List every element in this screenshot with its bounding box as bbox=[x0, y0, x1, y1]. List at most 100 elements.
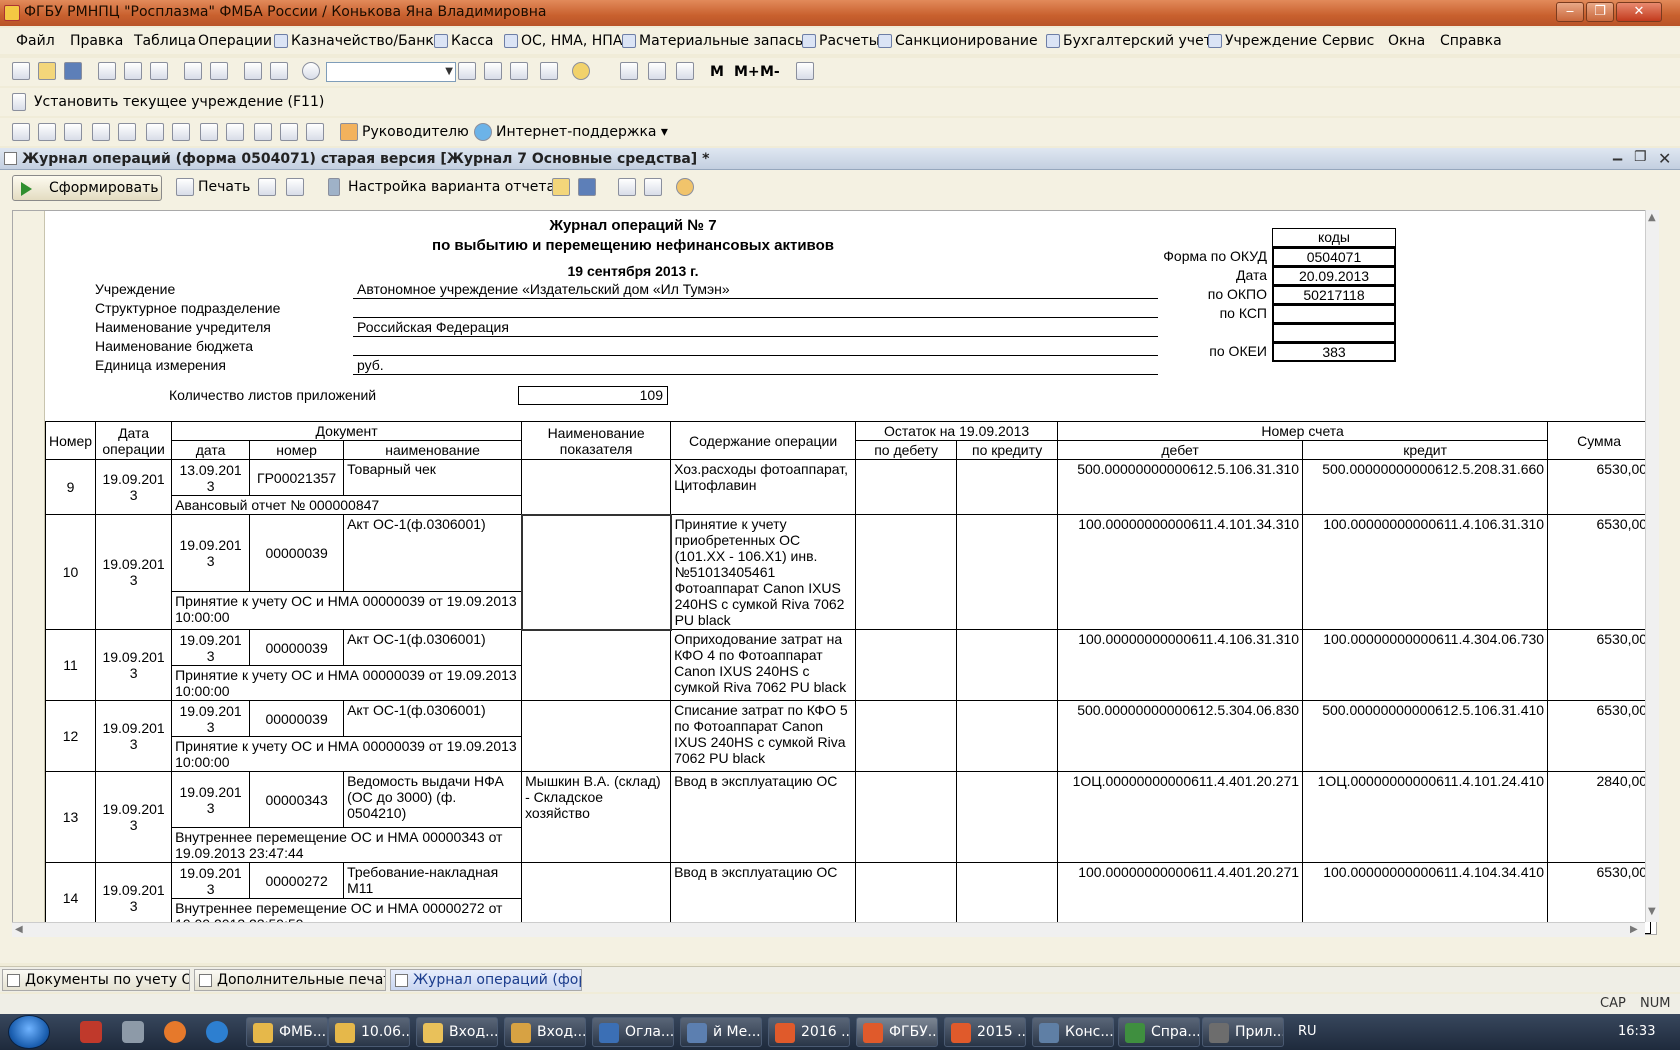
search-input[interactable]: ▼ bbox=[326, 62, 456, 82]
save-icon[interactable] bbox=[64, 62, 82, 80]
table-view-icon[interactable] bbox=[258, 178, 276, 196]
table-row[interactable]: 11 19.09.201 3 19.09.201 3 00000039 Акт ОС-1… bbox=[44, 629, 1652, 701]
clear-search-icon[interactable] bbox=[458, 62, 476, 80]
report-shortcut-11-icon[interactable] bbox=[280, 123, 298, 141]
window-tab-journal[interactable]: Журнал операций (фор... bbox=[390, 969, 582, 991]
menu-9[interactable]: Расчеты bbox=[802, 33, 880, 49]
close-button[interactable]: ✕ bbox=[1616, 2, 1662, 22]
open-folder-icon[interactable] bbox=[38, 62, 56, 80]
memory-add-button[interactable]: M+ bbox=[734, 64, 760, 80]
firefox-icon[interactable] bbox=[164, 1021, 186, 1043]
language-indicator[interactable]: RU bbox=[1298, 1024, 1317, 1039]
print-preview-icon[interactable] bbox=[210, 62, 228, 80]
copy-icon[interactable] bbox=[124, 62, 142, 80]
taskbar-item-5[interactable]: Огла... bbox=[592, 1017, 674, 1047]
taskbar-item-8[interactable]: ФГБУ... bbox=[856, 1017, 938, 1047]
window-tab-os-docs[interactable]: Документы по учету ОС... bbox=[2, 969, 190, 991]
clock[interactable]: 16:33 bbox=[1618, 1024, 1655, 1039]
new-document-icon[interactable] bbox=[12, 62, 30, 80]
report-shortcut-6-icon[interactable] bbox=[146, 123, 164, 141]
table-row[interactable]: 9 19.09.201 3 13.09.201 3 ГР00021357 Товарны… bbox=[44, 459, 1652, 515]
paste-icon[interactable] bbox=[150, 62, 168, 80]
report-shortcut-8-icon[interactable] bbox=[200, 123, 218, 141]
calculator-icon[interactable] bbox=[620, 62, 638, 80]
users-icon[interactable] bbox=[676, 62, 694, 80]
menu-1[interactable]: Файл bbox=[16, 33, 55, 49]
menu-14[interactable]: Окна bbox=[1388, 33, 1425, 49]
generate-button[interactable]: Сформировать bbox=[12, 175, 162, 201]
report-shortcut-5-icon[interactable] bbox=[118, 123, 136, 141]
report-shortcut-10-icon[interactable] bbox=[254, 123, 272, 141]
open-folder-icon[interactable] bbox=[552, 178, 570, 196]
menu-2[interactable]: Правка bbox=[70, 33, 123, 49]
memory-subtract-button[interactable]: M- bbox=[760, 64, 780, 80]
redo-icon[interactable] bbox=[270, 62, 288, 80]
menu-6[interactable]: Касса bbox=[434, 33, 494, 49]
menu-10[interactable]: Санкционирование bbox=[878, 33, 1038, 49]
print-icon[interactable] bbox=[184, 62, 202, 80]
cut-icon[interactable] bbox=[98, 62, 116, 80]
window-title-bar[interactable]: ФГБУ РМНПЦ "Росплазма" ФМБА России / Кон… bbox=[0, 0, 1680, 26]
search-icon[interactable] bbox=[302, 62, 320, 80]
internet-support-button[interactable]: Интернет-поддержка ▾ bbox=[496, 124, 668, 140]
maximize-button[interactable]: ❐ bbox=[1586, 2, 1614, 22]
app-quicklaunch-icon[interactable] bbox=[80, 1021, 102, 1043]
menu-3[interactable]: Таблица bbox=[134, 33, 196, 49]
help-icon[interactable] bbox=[676, 178, 694, 196]
calendar-icon[interactable] bbox=[648, 62, 666, 80]
taskbar-item-6[interactable]: й Ме... bbox=[680, 1017, 762, 1047]
table-row[interactable]: 10 19.09.201 3 19.09.201 3 00000039 Акт ОС-1… bbox=[44, 513, 1652, 631]
menu-15[interactable]: Справка bbox=[1440, 33, 1502, 49]
report-shortcut-1-icon[interactable] bbox=[12, 123, 30, 141]
window-tab-extra-print[interactable]: Дополнительные печат... bbox=[194, 969, 386, 991]
report-shortcut-7-icon[interactable] bbox=[172, 123, 190, 141]
taskbar-item-10[interactable]: Конс... bbox=[1032, 1017, 1114, 1047]
taskbar-item-12[interactable]: Прил... bbox=[1202, 1017, 1284, 1047]
horizontal-scrollbar[interactable]: ◀ ▶ bbox=[12, 922, 1645, 937]
set-institution-button[interactable]: Установить текущее учреждение (F11) bbox=[34, 94, 324, 110]
menu-12[interactable]: Учреждение bbox=[1208, 33, 1317, 49]
taskbar-item-2[interactable]: 10.06.... bbox=[328, 1017, 410, 1047]
scroll-up-arrow-icon[interactable]: ▲ bbox=[1648, 212, 1656, 223]
menu-4[interactable]: Операции bbox=[198, 33, 272, 49]
report-shortcut-9-icon[interactable] bbox=[226, 123, 244, 141]
taskbar-item-7[interactable]: 2016 ... bbox=[768, 1017, 850, 1047]
scroll-down-arrow-icon[interactable]: ▼ bbox=[1648, 906, 1656, 917]
table-row[interactable]: 12 19.09.201 3 19.09.201 3 00000039 Акт ОС-1… bbox=[44, 700, 1652, 772]
report-shortcut-3-icon[interactable] bbox=[64, 123, 82, 141]
taskbar-item-1[interactable]: ФМБ... bbox=[246, 1017, 328, 1047]
vertical-scrollbar[interactable]: ▲ ▼ bbox=[1645, 210, 1659, 922]
doc-restore-button[interactable]: ❐ bbox=[1634, 149, 1647, 165]
doc-minimize-button[interactable]: ‒ bbox=[1612, 149, 1623, 168]
layout-icon[interactable] bbox=[618, 178, 636, 196]
print-button[interactable]: Печать bbox=[198, 179, 250, 195]
scroll-right-arrow-icon[interactable]: ▶ bbox=[1630, 924, 1638, 935]
windows-icon[interactable] bbox=[540, 62, 558, 80]
taskbar-item-4[interactable]: Вход... bbox=[504, 1017, 586, 1047]
memory-button[interactable]: M bbox=[710, 64, 724, 80]
menu-13[interactable]: Сервис bbox=[1322, 33, 1374, 49]
table-row[interactable]: 13 19.09.201 3 19.09.201 3 00000343 Ведомост… bbox=[44, 771, 1652, 863]
start-button[interactable] bbox=[8, 1015, 50, 1049]
taskbar-item-3[interactable]: Вход... bbox=[416, 1017, 498, 1047]
report-shortcut-12-icon[interactable] bbox=[306, 123, 324, 141]
manager-button[interactable]: Руководителю bbox=[362, 124, 469, 140]
report-sheet[interactable]: Журнал операций № 7 по выбытию и перемещ… bbox=[12, 210, 1657, 935]
font-icon[interactable] bbox=[286, 178, 304, 196]
menu-7[interactable]: ОС, НМА, НПА bbox=[504, 33, 622, 49]
taskbar-item-11[interactable]: Спра... bbox=[1118, 1017, 1200, 1047]
menu-8[interactable]: Материальные запасы bbox=[622, 33, 806, 49]
report-shortcut-2-icon[interactable] bbox=[38, 123, 56, 141]
menu-5[interactable]: Казначейство/Банк bbox=[274, 33, 434, 49]
tools-icon[interactable] bbox=[796, 62, 814, 80]
table-row[interactable]: 14 19.09.201 3 19.09.201 3 00000272 Требован… bbox=[44, 862, 1652, 934]
minimize-button[interactable]: ‒ bbox=[1556, 2, 1584, 22]
report-shortcut-4-icon[interactable] bbox=[92, 123, 110, 141]
info-icon[interactable] bbox=[572, 62, 590, 80]
menu-11[interactable]: Бухгалтерский учет bbox=[1046, 33, 1212, 49]
ie-icon[interactable] bbox=[206, 1021, 228, 1043]
scroll-left-arrow-icon[interactable]: ◀ bbox=[15, 924, 23, 935]
doc-close-button[interactable]: ✕ bbox=[1658, 149, 1671, 168]
variant-settings-button[interactable]: Настройка варианта отчета ▾ bbox=[348, 179, 567, 195]
taskbar-item-9[interactable]: 2015 ... bbox=[944, 1017, 1026, 1047]
